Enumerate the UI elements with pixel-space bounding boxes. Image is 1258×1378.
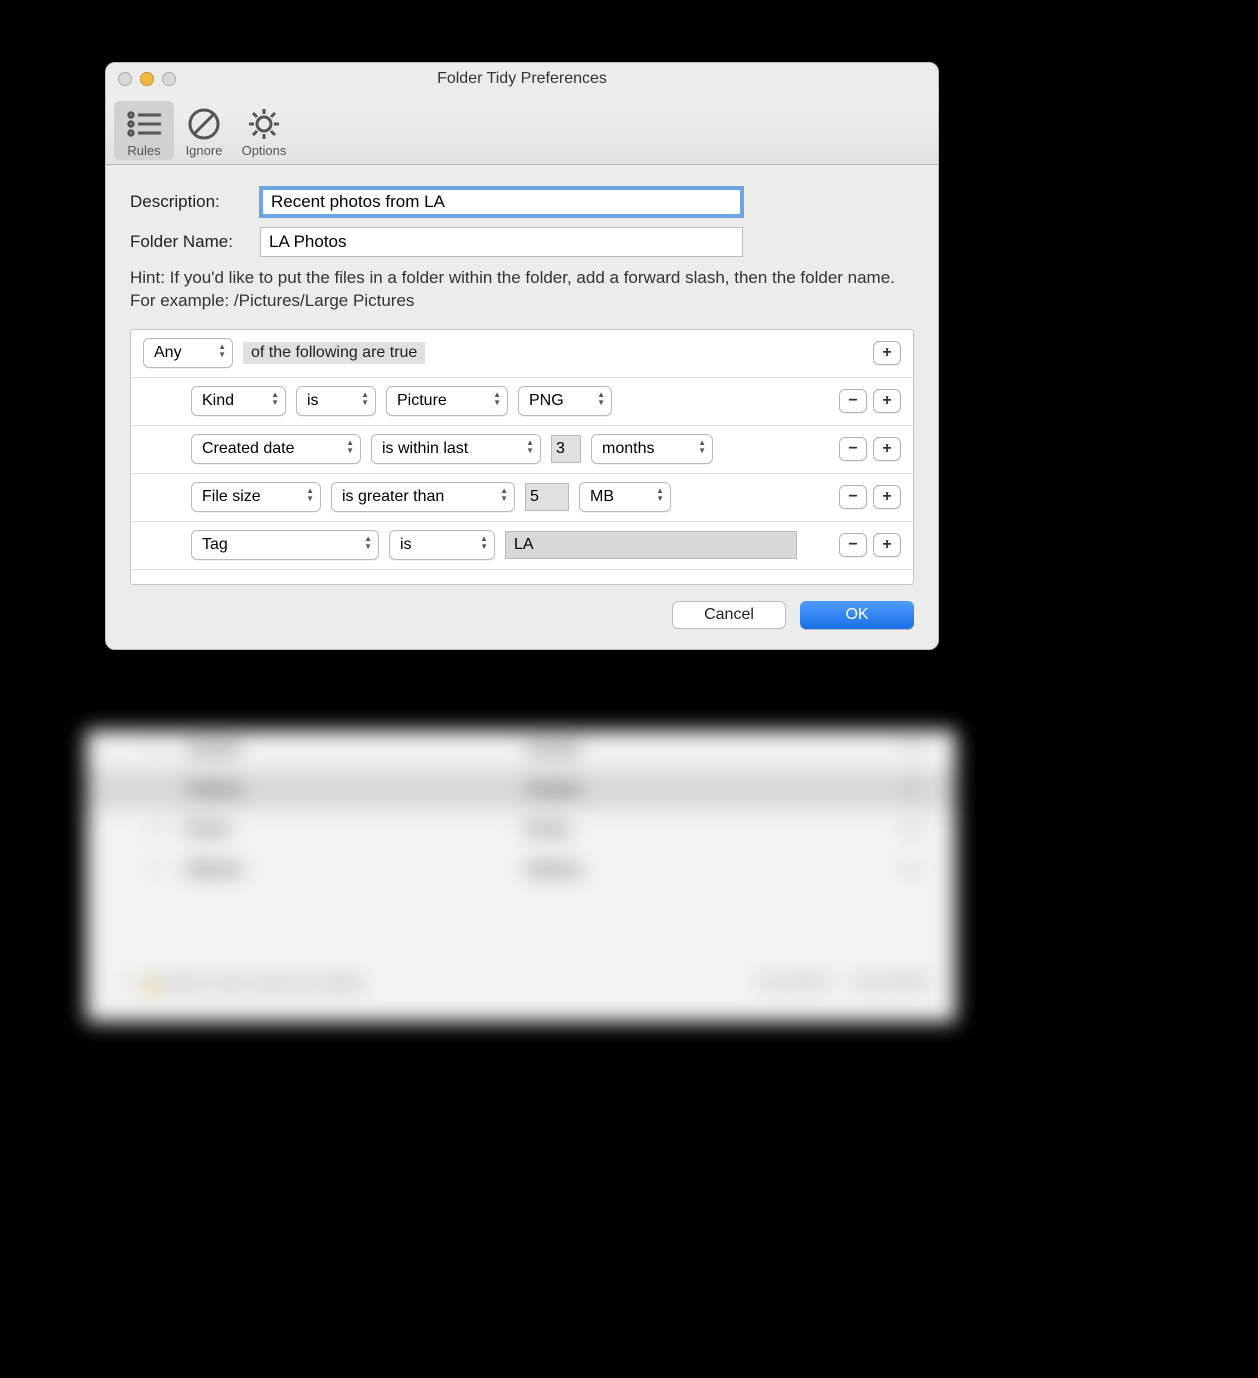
close-window-button[interactable] <box>118 72 132 86</box>
remove-rule-button[interactable]: − <box>839 533 867 557</box>
chevron-updown-icon <box>346 439 354 455</box>
dialog-footer: Cancel OK <box>130 601 914 629</box>
description-input[interactable] <box>260 187 743 217</box>
chevron-updown-icon <box>526 439 534 455</box>
value-input[interactable] <box>551 435 581 463</box>
add-rule-button[interactable]: + <box>873 533 901 557</box>
match-mode-value: Any <box>154 344 182 362</box>
add-rule-button[interactable]: + <box>873 437 901 461</box>
chevron-updown-icon <box>480 535 488 551</box>
format-popup[interactable]: PNG <box>518 386 612 416</box>
unit-popup[interactable]: months <box>591 434 713 464</box>
remove-rule-button[interactable]: − <box>839 485 867 509</box>
tag-value-input[interactable] <box>505 531 797 559</box>
rule-spacer <box>131 570 913 584</box>
toolbar-rules[interactable]: Rules <box>114 101 174 160</box>
add-rule-button[interactable]: + <box>873 341 901 365</box>
list-icon <box>114 105 174 143</box>
chevron-updown-icon <box>364 535 372 551</box>
chevron-updown-icon <box>656 487 664 503</box>
window-body: Description: Folder Name: Hint: If you'd… <box>106 165 938 649</box>
background-rules-list-blurred: ✓vCardsvCards● FoldersFolders● ✓FontsFon… <box>86 730 956 1022</box>
field-popup[interactable]: Kind <box>191 386 286 416</box>
zoom-window-button[interactable] <box>162 72 176 86</box>
minimize-window-button[interactable] <box>140 72 154 86</box>
cancel-button[interactable]: Cancel <box>672 601 786 629</box>
toolbar-options-label: Options <box>234 143 294 158</box>
field-popup[interactable]: Created date <box>191 434 361 464</box>
rule-row-tag: Tag is − + <box>131 522 913 570</box>
chevron-updown-icon <box>271 391 279 407</box>
window-title: Folder Tidy Preferences <box>106 70 938 88</box>
rule-group-header: Any of the following are true + <box>131 330 913 378</box>
chevron-updown-icon <box>597 391 605 407</box>
titlebar: Folder Tidy Preferences <box>106 63 938 95</box>
hint-text: Hint: If you'd like to put the files in … <box>130 267 914 313</box>
toolbar-options[interactable]: Options <box>234 101 294 160</box>
value-input[interactable] <box>525 483 569 511</box>
ok-button[interactable]: OK <box>800 601 914 629</box>
folder-name-label: Folder Name: <box>130 232 260 252</box>
ban-icon <box>174 105 234 143</box>
add-rule-button[interactable]: + <box>873 485 901 509</box>
chevron-updown-icon <box>361 391 369 407</box>
remove-rule-button[interactable]: − <box>839 389 867 413</box>
remove-rule-button[interactable]: − <box>839 437 867 461</box>
value-popup[interactable]: Picture <box>386 386 508 416</box>
toolbar-ignore-label: Ignore <box>174 143 234 158</box>
rule-row-file-size: File size is greater than MB − + <box>131 474 913 522</box>
operator-popup[interactable]: is <box>389 530 495 560</box>
match-suffix-text: of the following are true <box>243 342 425 364</box>
operator-popup[interactable]: is within last <box>371 434 541 464</box>
rule-row-created-date: Created date is within last months − + <box>131 426 913 474</box>
chevron-updown-icon <box>306 487 314 503</box>
chevron-updown-icon <box>698 439 706 455</box>
toolbar-rules-label: Rules <box>114 143 174 158</box>
field-popup[interactable]: File size <box>191 482 321 512</box>
toolbar-ignore[interactable]: Ignore <box>174 101 234 160</box>
chevron-updown-icon <box>218 343 226 359</box>
toolbar: Rules Ignore <box>106 95 938 165</box>
gear-icon <box>234 105 294 143</box>
add-rule-button[interactable]: + <box>873 389 901 413</box>
operator-popup[interactable]: is <box>296 386 376 416</box>
match-mode-popup[interactable]: Any <box>143 338 233 368</box>
rules-editor: Any of the following are true + Kind is <box>130 329 914 585</box>
chevron-updown-icon <box>500 487 508 503</box>
folder-name-input[interactable] <box>260 227 743 257</box>
chevron-updown-icon <box>493 391 501 407</box>
operator-popup[interactable]: is greater than <box>331 482 515 512</box>
rule-row-kind: Kind is Picture PNG − + <box>131 378 913 426</box>
field-popup[interactable]: Tag <box>191 530 379 560</box>
description-label: Description: <box>130 192 260 212</box>
preferences-window: Folder Tidy Preferences Rules <box>105 62 939 650</box>
unit-popup[interactable]: MB <box>579 482 671 512</box>
